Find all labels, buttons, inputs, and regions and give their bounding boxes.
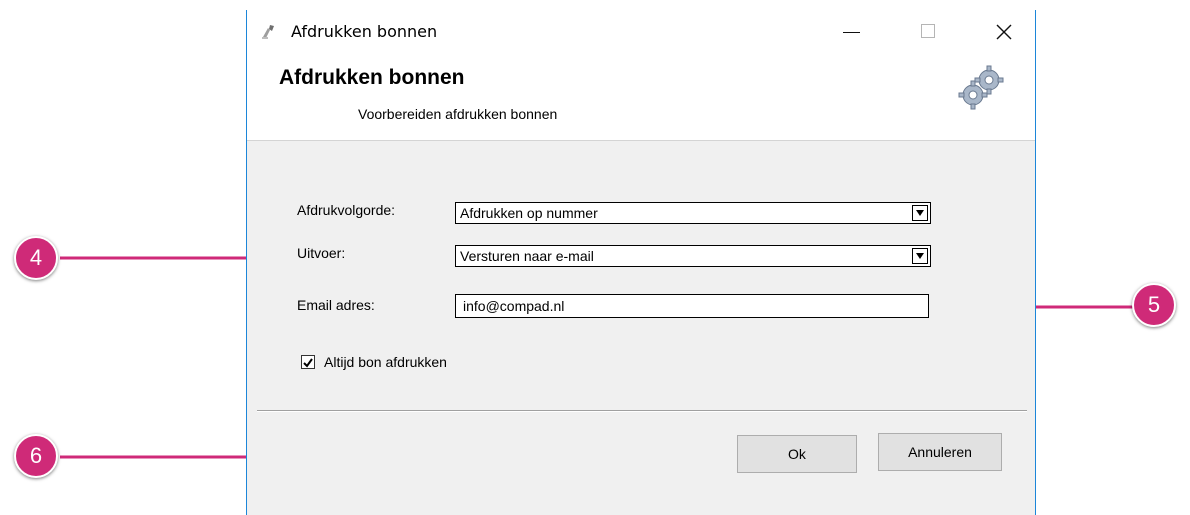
print-order-value: Afdrukken op nummer (460, 205, 598, 221)
cancel-button[interactable]: Annuleren (878, 433, 1002, 471)
ok-button[interactable]: Ok (737, 435, 857, 473)
output-value: Versturen naar e-mail (460, 248, 594, 264)
output-label: Uitvoer: (297, 245, 346, 261)
window-title: Afdrukken bonnen (291, 22, 438, 41)
printer-icon (262, 25, 274, 39)
callout-badge-4: 4 (14, 236, 58, 280)
dialog-header: Afdrukken bonnen Voorbereiden afdrukken … (247, 54, 1035, 141)
email-label: Email adres: (297, 297, 375, 313)
dialog-window: Afdrukken bonnen Afdrukken bonnen Voorbe… (246, 10, 1036, 515)
minimize-button[interactable] (829, 10, 875, 54)
always-print-checkbox[interactable] (301, 355, 315, 369)
email-value: info@compad.nl (463, 298, 565, 314)
close-button[interactable] (981, 10, 1027, 54)
email-field[interactable]: info@compad.nl (455, 294, 929, 318)
checkmark-icon (303, 358, 313, 368)
callout-badge-6: 6 (14, 434, 58, 478)
always-print-label: Altijd bon afdrukken (324, 354, 447, 370)
close-icon (996, 24, 1012, 40)
print-order-dropdown[interactable]: Afdrukken op nummer (455, 202, 931, 224)
title-bar: Afdrukken bonnen (247, 10, 1035, 54)
chevron-down-icon[interactable] (912, 248, 928, 264)
print-order-label: Afdrukvolgorde: (297, 202, 396, 218)
gear-icon (958, 65, 1004, 110)
chevron-down-icon[interactable] (912, 205, 928, 221)
header-subtitle: Voorbereiden afdrukken bonnen (358, 106, 558, 122)
divider (257, 410, 1027, 412)
callout-badge-5: 5 (1132, 283, 1176, 327)
header-title: Afdrukken bonnen (279, 66, 465, 89)
output-dropdown[interactable]: Versturen naar e-mail (455, 245, 931, 267)
maximize-button[interactable] (905, 10, 951, 54)
